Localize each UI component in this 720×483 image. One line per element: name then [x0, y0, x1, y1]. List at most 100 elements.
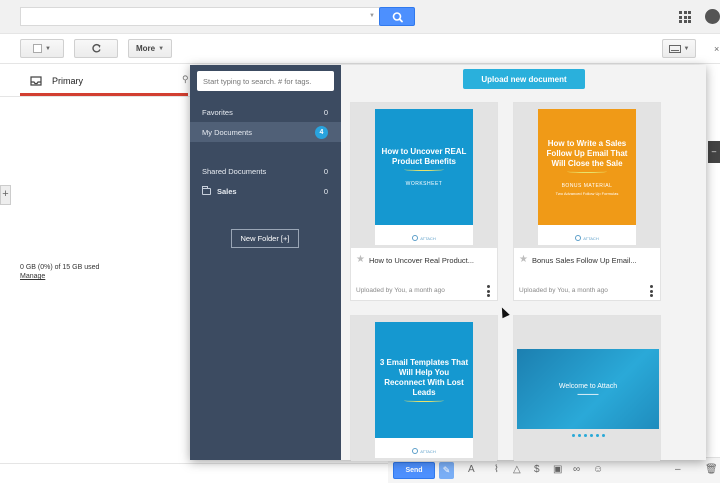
- checkbox-icon: [33, 44, 43, 53]
- tab-primary[interactable]: Primary: [20, 68, 188, 96]
- more-vert-icon[interactable]: [650, 285, 653, 297]
- chevron-down-icon: ▼: [45, 45, 51, 52]
- folder-icon: [202, 185, 211, 195]
- document-title[interactable]: How to Uncover Real Product...: [369, 256, 474, 265]
- sidebar-item-label: Sales: [217, 186, 237, 196]
- trash-icon[interactable]: 🗑: [705, 463, 718, 477]
- chevron-down-icon: ▼: [683, 45, 690, 52]
- sidebar-item-shared-documents[interactable]: Shared Documents 0: [190, 161, 341, 181]
- money-icon[interactable]: $: [534, 463, 540, 477]
- document-thumbnail[interactable]: Welcome to Attach ▬▬▬▬▬▬: [514, 316, 660, 461]
- highlight-decoration: [404, 399, 444, 402]
- keyboard-icon: [668, 44, 681, 53]
- slide-decoration: ▬▬▬▬▬▬: [577, 391, 599, 396]
- document-page: How to Write a Sales Follow Up Email Tha…: [538, 109, 636, 245]
- document-card[interactable]: 3 Email Templates That Will Help You Rec…: [350, 315, 498, 461]
- formatting-icon[interactable]: A: [468, 463, 475, 477]
- attach-sidebar: Favorites 0 My Documents 4 Shared Docume…: [190, 65, 341, 460]
- star-icon[interactable]: ★: [356, 255, 365, 265]
- document-title-row: ★ How to Uncover Real Product...: [356, 255, 494, 265]
- document-page: How to Uncover REAL Product Benefits WOR…: [375, 109, 473, 245]
- presentation-slide: Welcome to Attach ▬▬▬▬▬▬: [517, 349, 659, 437]
- slide-dots: [517, 434, 659, 437]
- account-avatar-icon[interactable]: [705, 9, 720, 24]
- document-card[interactable]: Welcome to Attach ▬▬▬▬▬▬: [513, 315, 661, 461]
- highlight-decoration: [404, 168, 444, 171]
- input-tools-button[interactable]: ▼: [662, 39, 696, 58]
- document-cover: How to Uncover REAL Product Benefits WOR…: [375, 109, 473, 225]
- sidebar-item-count: 0: [323, 186, 328, 196]
- send-button[interactable]: Send: [393, 462, 435, 479]
- cover-title: How to Write a Sales Follow Up Email Tha…: [546, 138, 628, 168]
- star-icon[interactable]: ★: [519, 255, 528, 265]
- more-button[interactable]: More ▼: [128, 39, 172, 58]
- document-cover: 3 Email Templates That Will Help You Rec…: [375, 322, 473, 438]
- document-thumbnail[interactable]: How to Write a Sales Follow Up Email Tha…: [514, 103, 660, 248]
- document-page: 3 Email Templates That Will Help You Rec…: [375, 322, 473, 458]
- add-tab-icon[interactable]: +: [0, 185, 11, 205]
- count-badge: 4: [315, 125, 328, 139]
- document-cover: How to Write a Sales Follow Up Email Tha…: [538, 109, 636, 225]
- more-label: More: [135, 44, 156, 53]
- drive-icon[interactable]: △: [513, 463, 521, 477]
- document-meta: Uploaded by You, a month ago: [519, 287, 608, 294]
- close-icon[interactable]: ×: [714, 44, 719, 54]
- attach-logo: ATTACH: [375, 448, 473, 454]
- link-icon[interactable]: ∞: [573, 463, 580, 477]
- search-button[interactable]: [379, 7, 415, 26]
- attach-logo-text: ATTACH: [583, 235, 599, 241]
- gmail-top-bar: ▼: [0, 0, 720, 34]
- more-vert-icon[interactable]: [487, 285, 490, 297]
- attach-logo-text: ATTACH: [420, 235, 436, 241]
- inbox-icon: [30, 75, 42, 86]
- highlight-decoration: [567, 170, 607, 173]
- document-thumbnail[interactable]: 3 Email Templates That Will Help You Rec…: [351, 316, 497, 461]
- cover-title: How to Uncover REAL Product Benefits: [381, 147, 467, 166]
- emoji-icon[interactable]: ☺: [593, 463, 603, 477]
- sidebar-item-my-documents[interactable]: My Documents 4: [190, 122, 341, 142]
- social-tab-icon[interactable]: ⚲: [182, 74, 189, 85]
- tab-primary-label: Primary: [52, 75, 83, 86]
- attach-document-panel: Favorites 0 My Documents 4 Shared Docume…: [190, 65, 706, 461]
- document-search-input[interactable]: [197, 71, 334, 91]
- document-card[interactable]: How to Write a Sales Follow Up Email Tha…: [513, 102, 661, 301]
- more-options-icon[interactable]: –: [675, 463, 681, 477]
- chevron-down-icon: ▼: [158, 45, 165, 52]
- new-folder-button[interactable]: New Folder [+]: [231, 229, 299, 248]
- document-card[interactable]: How to Uncover REAL Product Benefits WOR…: [350, 102, 498, 301]
- refresh-button[interactable]: [74, 39, 118, 58]
- sidebar-item-label: Shared Documents: [202, 166, 267, 176]
- manage-storage-link[interactable]: Manage: [20, 272, 99, 281]
- cover-subtitle: WORKSHEET: [405, 181, 443, 187]
- document-title-row: ★ Bonus Sales Follow Up Email...: [519, 255, 657, 265]
- sidebar-item-label: Favorites: [202, 107, 233, 117]
- search-icon: [392, 12, 403, 23]
- gmail-toolbar: ▼ More ▼ ▼: [0, 34, 720, 64]
- sidebar-item-sales-folder[interactable]: Sales 0: [190, 181, 341, 201]
- search-options-caret-icon[interactable]: ▼: [369, 13, 375, 19]
- attach-logo-icon: [412, 448, 419, 454]
- side-panel-toggle-icon[interactable]: –: [708, 141, 720, 163]
- cover-title: 3 Email Templates That Will Help You Rec…: [379, 358, 469, 397]
- divider: [0, 96, 190, 97]
- cover-small-text: Two Advanced Follow Up Formulas: [555, 190, 619, 196]
- attach-logo: ATTACH: [375, 235, 473, 241]
- divider: [0, 463, 390, 464]
- document-title[interactable]: Bonus Sales Follow Up Email...: [532, 256, 637, 265]
- storage-info: 0 GB (0%) of 15 GB used Manage: [20, 263, 99, 281]
- sidebar-item-label: My Documents: [202, 127, 253, 137]
- paperclip-icon[interactable]: ⌇: [494, 463, 499, 477]
- storage-usage-text: 0 GB (0%) of 15 GB used: [20, 264, 100, 271]
- attach-logo-icon: [575, 235, 582, 241]
- apps-grid-icon[interactable]: [679, 11, 691, 23]
- attach-logo: ATTACH: [538, 235, 636, 241]
- upload-document-button[interactable]: Upload new document: [463, 69, 585, 89]
- document-meta: Uploaded by You, a month ago: [356, 287, 445, 294]
- attach-extension-icon[interactable]: ✎: [439, 462, 454, 479]
- gmail-search-input[interactable]: [20, 7, 380, 26]
- document-thumbnail[interactable]: How to Uncover REAL Product Benefits WOR…: [351, 103, 497, 248]
- photo-icon[interactable]: ▣: [553, 463, 562, 477]
- select-all-checkbox[interactable]: ▼: [20, 39, 64, 58]
- sidebar-item-count: 0: [323, 107, 328, 117]
- sidebar-item-favorites[interactable]: Favorites 0: [190, 102, 341, 122]
